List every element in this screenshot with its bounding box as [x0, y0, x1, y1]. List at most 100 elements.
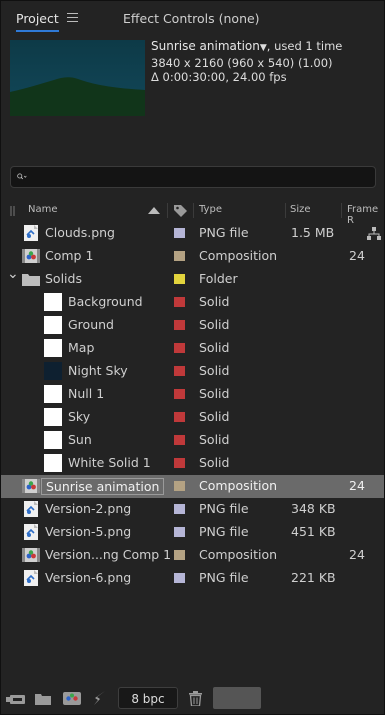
item-info: Sunrise animation▼, used 1 time 3840 x 2… [151, 39, 342, 85]
interpret-footage-icon[interactable] [6, 693, 26, 706]
list-item[interactable]: Null 1 Solid [1, 383, 384, 406]
new-folder-icon[interactable] [35, 692, 51, 705]
col-name[interactable]: Name [28, 204, 58, 215]
item-name: Night Sky [68, 363, 128, 378]
new-composition-icon[interactable] [63, 691, 81, 706]
preview-thumbnail [10, 40, 145, 116]
item-name: Sun [68, 432, 92, 447]
label-color-swatch[interactable] [174, 274, 185, 284]
item-type: Composition [199, 478, 278, 493]
list-item[interactable]: Night Sky Solid [1, 360, 384, 383]
project-bit-depth[interactable]: 8 bpc [118, 687, 178, 709]
list-item[interactable]: Sky Solid [1, 406, 384, 429]
label-color-swatch[interactable] [174, 320, 185, 330]
flowchart-icon[interactable] [367, 227, 381, 241]
column-options-icon[interactable] [10, 206, 18, 216]
item-type: Solid [199, 294, 230, 309]
label-color-swatch[interactable] [174, 366, 185, 376]
label-color-swatch[interactable] [174, 412, 185, 422]
item-type: Solid [199, 386, 230, 401]
item-type: Solid [199, 455, 230, 470]
folder-icon [22, 274, 40, 286]
solid-swatch-icon [44, 339, 62, 357]
list-item[interactable]: Ground Solid [1, 314, 384, 337]
image-file-icon [24, 225, 38, 241]
solid-swatch-icon [44, 362, 62, 380]
item-name: White Solid 1 [68, 455, 151, 470]
label-color-swatch[interactable] [174, 527, 185, 537]
tab-project[interactable]: Project [16, 11, 59, 32]
label-color-swatch[interactable] [174, 481, 185, 491]
list-item[interactable]: ⌄ Solids Folder [1, 266, 384, 291]
solid-swatch-icon [44, 431, 62, 449]
item-type: Folder [199, 271, 238, 286]
list-item[interactable]: Version-6.png PNG file 221 KB [1, 567, 384, 590]
search-input[interactable] [10, 166, 376, 188]
composition-icon [22, 479, 40, 493]
column-header: Name Type Size Frame R [1, 201, 384, 226]
label-color-swatch[interactable] [174, 389, 185, 399]
item-name: Ground [68, 317, 114, 332]
item-name: Solids [45, 271, 82, 286]
solid-swatch-icon [44, 454, 62, 472]
label-color-swatch[interactable] [174, 458, 185, 468]
label-color-swatch[interactable] [174, 228, 185, 238]
label-color-swatch[interactable] [174, 573, 185, 583]
item-type: PNG file [199, 501, 249, 516]
label-color-swatch[interactable] [174, 343, 185, 353]
label-color-swatch[interactable] [174, 251, 185, 261]
item-size: 348 KB [291, 501, 336, 516]
chevron-down-icon[interactable]: ▼ [260, 43, 267, 53]
expand-toggle-icon[interactable]: ⌄ [7, 266, 19, 282]
list-item[interactable]: Sunrise animation Composition 24 [1, 475, 384, 498]
panel-menu-icon[interactable] [67, 13, 78, 22]
col-type[interactable]: Type [199, 204, 222, 215]
item-name: Clouds.png [45, 225, 115, 240]
item-name: Sky [68, 409, 91, 424]
label-color-swatch[interactable] [174, 435, 185, 445]
composition-icon [22, 249, 40, 263]
solid-swatch-icon [44, 385, 62, 403]
item-type: PNG file [199, 570, 249, 585]
list-item[interactable]: Clouds.png PNG file 1.5 MB [1, 222, 384, 245]
item-name: Null 1 [68, 386, 105, 401]
list-item[interactable]: White Solid 1 Solid [1, 452, 384, 475]
label-color-swatch[interactable] [174, 297, 185, 307]
image-file-icon [24, 570, 38, 586]
sort-ascending-icon[interactable] [148, 207, 160, 214]
list-item[interactable]: Sun Solid [1, 429, 384, 452]
col-size[interactable]: Size [290, 204, 311, 215]
list-item[interactable]: Version-5.png PNG file 451 KB [1, 521, 384, 544]
solid-swatch-icon [44, 316, 62, 334]
tab-effect-controls[interactable]: Effect Controls (none) [123, 11, 260, 26]
info-title: Sunrise animation [151, 39, 260, 53]
list-item[interactable]: Version...ng Comp 1 Composition 24 [1, 544, 384, 567]
item-size: 451 KB [291, 524, 336, 539]
item-name: Sunrise animation [41, 478, 165, 495]
image-file-icon [24, 524, 38, 540]
item-name: Comp 1 [45, 248, 94, 263]
color-swatch[interactable] [213, 687, 261, 709]
list-item[interactable]: Comp 1 Composition 24 [1, 245, 384, 268]
list-item[interactable]: Version-2.png PNG file 348 KB [1, 498, 384, 521]
label-color-swatch[interactable] [174, 504, 185, 514]
item-type: Solid [199, 340, 230, 355]
solid-swatch-icon [44, 293, 62, 311]
list-item[interactable]: Background Solid [1, 291, 384, 314]
item-type: Solid [199, 317, 230, 332]
item-frame-rate: 24 [349, 248, 365, 263]
item-frame-rate: 24 [349, 478, 365, 493]
render-queue-icon[interactable] [92, 691, 106, 706]
info-resolution: 3840 x 2160 (960 x 540) (1.00) [151, 55, 333, 70]
info-duration: Δ 0:00:30:00, 24.00 fps [151, 70, 287, 84]
label-color-swatch[interactable] [174, 550, 185, 560]
item-name: Map [68, 340, 95, 355]
image-file-icon [24, 501, 38, 517]
label-tag-icon[interactable] [172, 203, 188, 218]
item-type: Solid [199, 432, 230, 447]
item-frame-rate: 24 [349, 547, 365, 562]
trash-icon[interactable] [189, 691, 202, 706]
composition-icon [22, 548, 40, 562]
item-name: Version-2.png [45, 501, 132, 516]
list-item[interactable]: Map Solid [1, 337, 384, 360]
